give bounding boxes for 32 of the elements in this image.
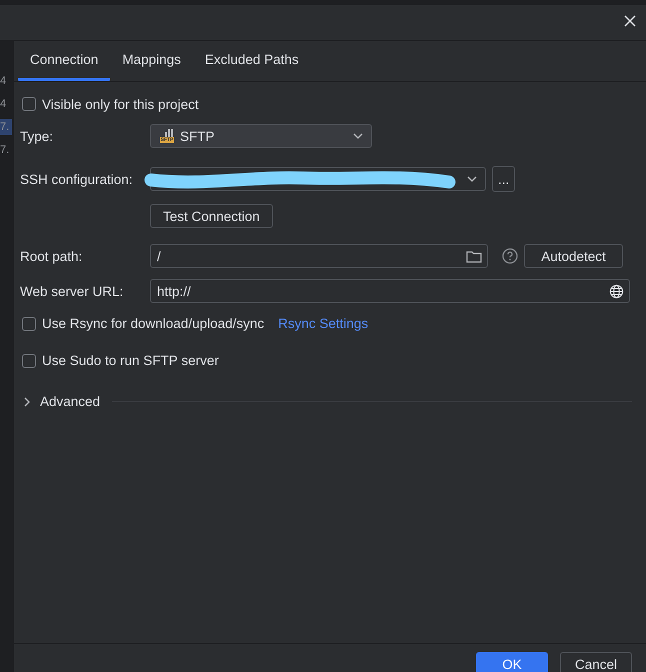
chevron-down-icon	[353, 133, 363, 139]
checkbox-label: Use Sudo to run SFTP server	[42, 353, 219, 368]
line-number: 7.	[0, 119, 12, 135]
folder-icon	[466, 250, 482, 262]
line-number: 4	[0, 97, 8, 112]
checkbox[interactable]	[22, 316, 36, 330]
field-label: Type:	[20, 128, 54, 144]
cancel-button[interactable]: Cancel	[560, 652, 632, 672]
checkbox[interactable]	[22, 97, 36, 111]
close-icon	[624, 15, 636, 27]
autodetect-button[interactable]: Autodetect	[524, 244, 623, 268]
settings-link[interactable]: Rsync Settings	[278, 316, 368, 331]
tab[interactable]: Connection	[18, 41, 110, 81]
chevron-down-icon	[467, 176, 477, 182]
line-number: 7.	[0, 143, 10, 158]
help-icon	[502, 248, 518, 264]
test-connection-button[interactable]: Test Connection	[150, 204, 273, 228]
globe-icon	[609, 284, 624, 298]
checkbox-label: Use Rsync for download/upload/sync	[42, 316, 264, 331]
checkbox-label: Visible only for this project	[42, 96, 199, 112]
section-toggle[interactable]: Advanced	[40, 394, 100, 409]
field-label: SSH configuration:	[20, 172, 134, 186]
line-number: 4	[0, 74, 8, 89]
more-button[interactable]: ...	[492, 166, 516, 192]
tab[interactable]: Mappings	[110, 41, 193, 81]
field-label: Web server URL:	[20, 284, 124, 298]
root-path-field[interactable]: /	[150, 244, 488, 268]
ok-button[interactable]: OK	[476, 652, 548, 672]
field-label: Root path:	[20, 248, 84, 264]
tab[interactable]: Excluded Paths	[192, 41, 311, 81]
checkbox[interactable]	[22, 354, 36, 368]
url-field[interactable]: http://	[150, 279, 630, 303]
